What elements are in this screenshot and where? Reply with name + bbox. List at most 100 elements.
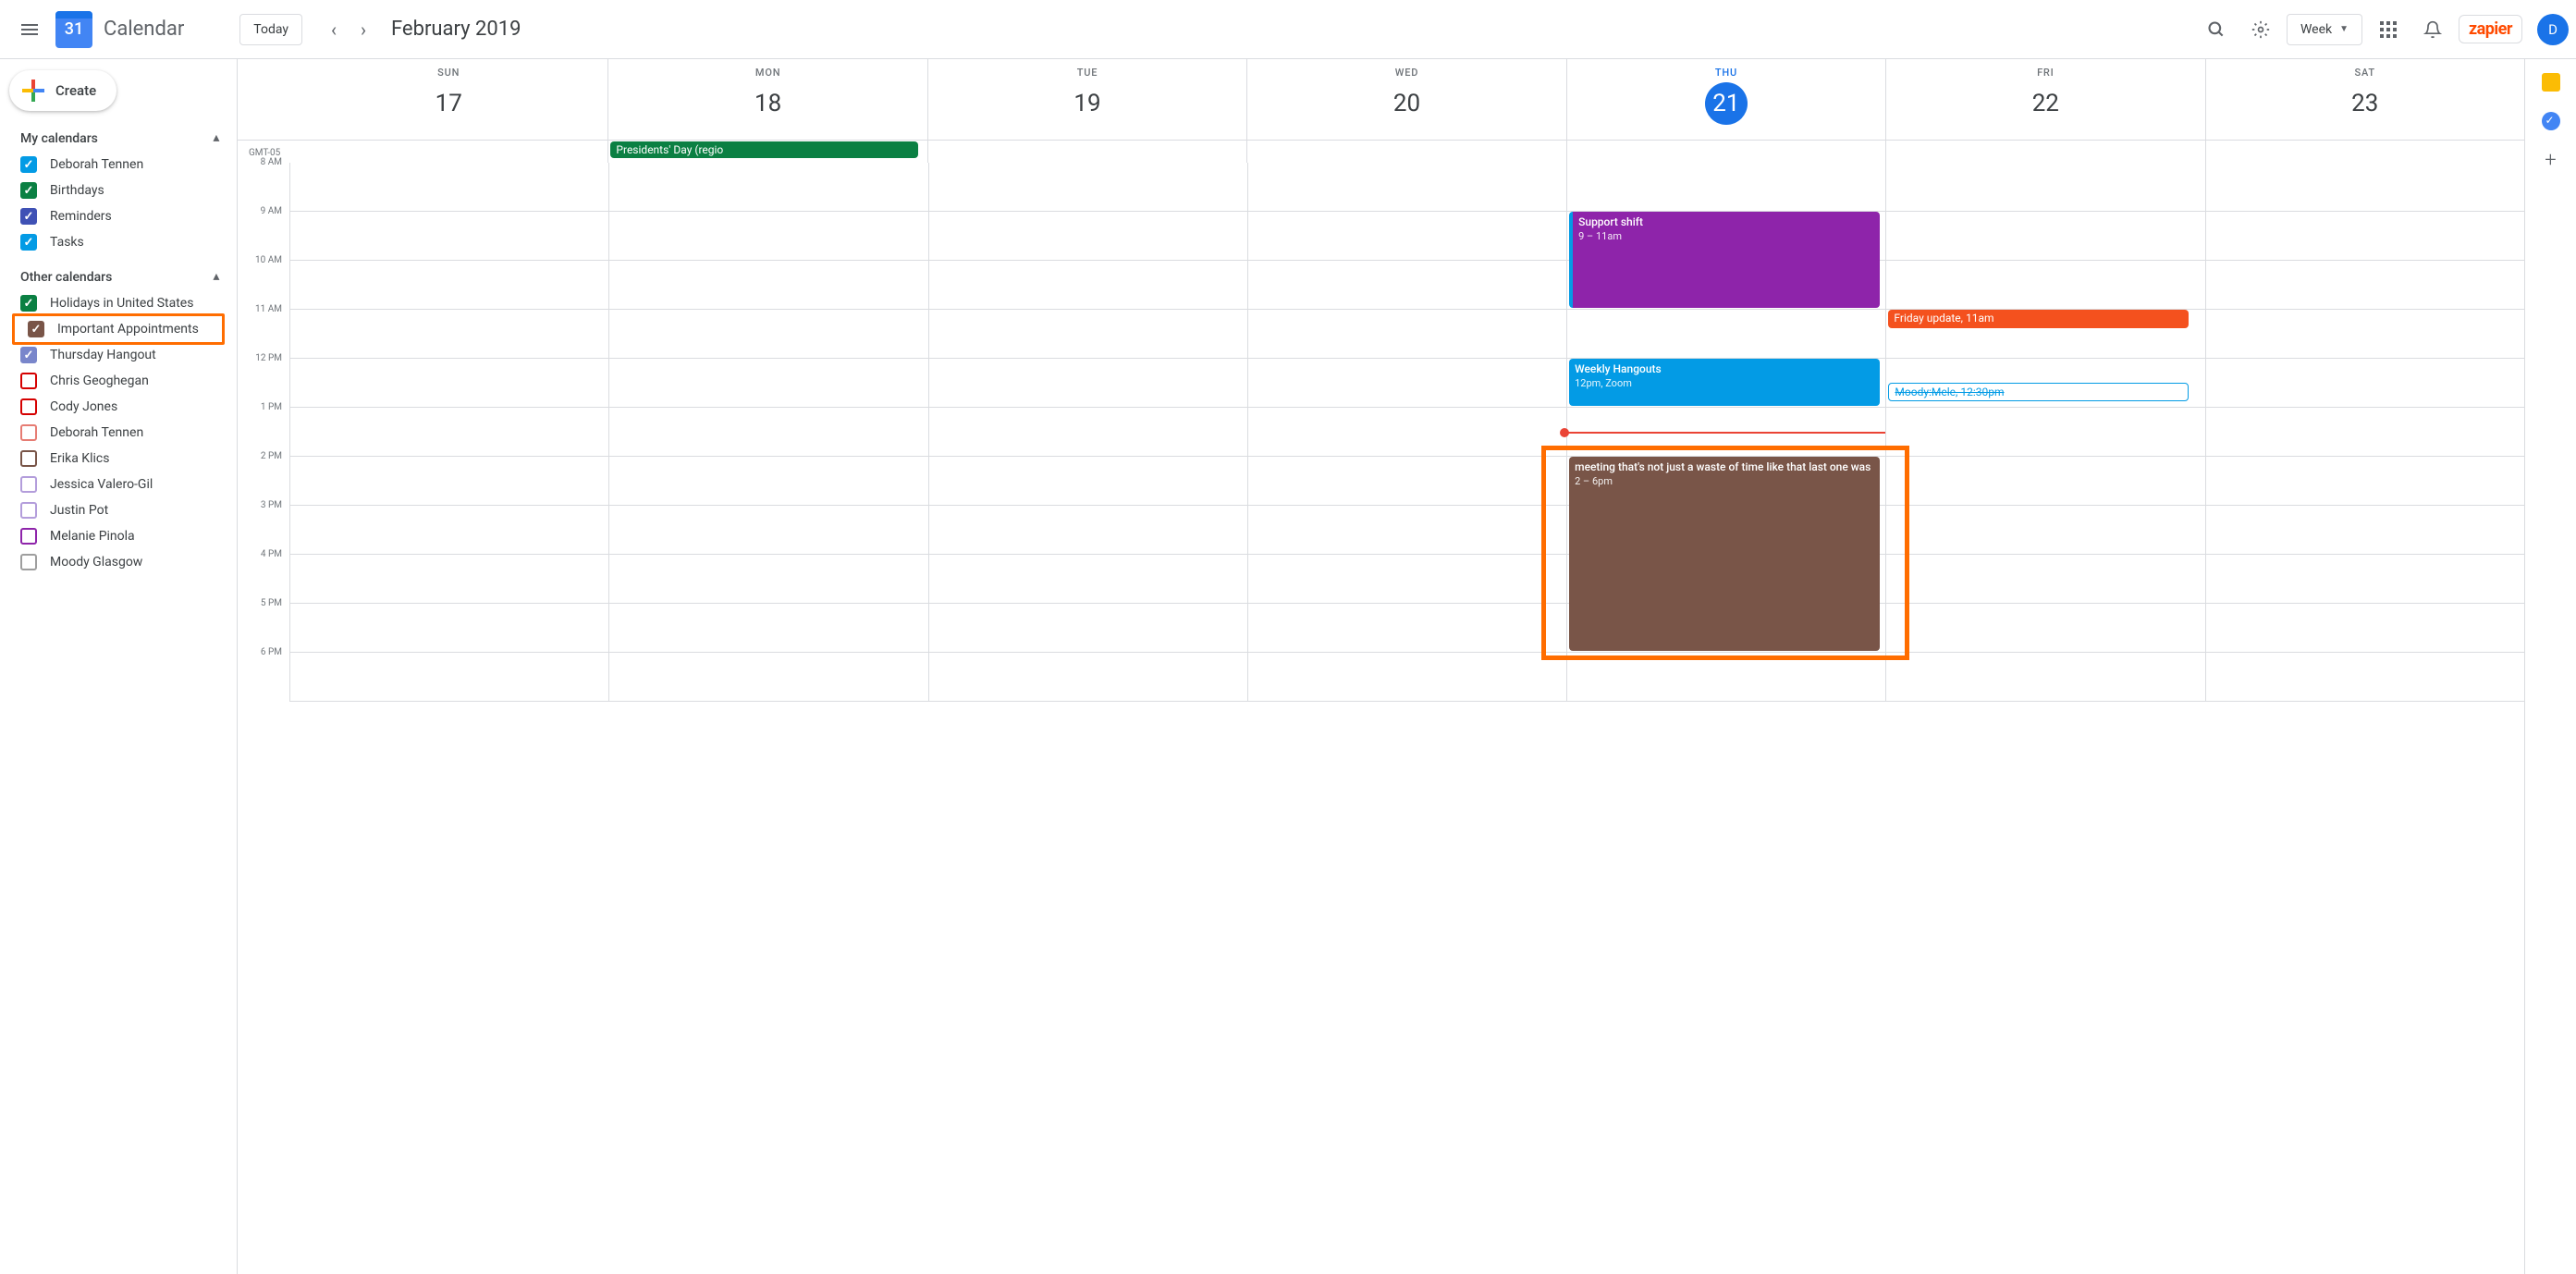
calendar-checkbox[interactable] — [20, 424, 37, 441]
hour-cell[interactable] — [290, 359, 608, 408]
zapier-extension-badge[interactable]: zapier — [2459, 15, 2522, 43]
hour-cell[interactable] — [1886, 604, 2204, 653]
hour-cell[interactable] — [2206, 359, 2524, 408]
next-week-button[interactable]: › — [349, 15, 378, 44]
search-button[interactable] — [2198, 11, 2235, 48]
calendar-checkbox[interactable] — [20, 450, 37, 467]
hour-cell[interactable] — [290, 310, 608, 359]
calendar-item[interactable]: Thursday Hangout — [7, 342, 229, 368]
hour-cell[interactable] — [1886, 408, 2204, 457]
event-support-shift[interactable]: Support shift9 – 11am — [1569, 212, 1880, 308]
hour-cell[interactable] — [609, 310, 927, 359]
day-header[interactable]: FRI22 — [1885, 59, 2204, 140]
calendar-item[interactable]: Jessica Valero-Gil — [7, 472, 229, 497]
hour-cell[interactable] — [929, 310, 1247, 359]
main-menu-button[interactable] — [7, 7, 52, 52]
event-friday-update[interactable]: Friday update, 11am — [1888, 310, 2188, 328]
hour-cell[interactable] — [1567, 310, 1885, 359]
allday-cell[interactable]: Presidents' Day (regio — [607, 141, 926, 163]
hour-cell[interactable] — [929, 261, 1247, 310]
hour-cell[interactable] — [929, 555, 1247, 604]
day-header[interactable]: TUE19 — [927, 59, 1246, 140]
notifications-button[interactable] — [2414, 11, 2451, 48]
hour-cell[interactable] — [1886, 212, 2204, 261]
day-column[interactable] — [2205, 163, 2524, 702]
calendar-item[interactable]: Justin Pot — [7, 497, 229, 523]
logo-area[interactable]: 31 Calendar — [55, 11, 184, 48]
hour-cell[interactable] — [1886, 653, 2204, 702]
hour-cell[interactable] — [609, 555, 927, 604]
account-avatar[interactable]: D — [2537, 14, 2569, 45]
allday-cell[interactable] — [2205, 141, 2524, 163]
hour-cell[interactable] — [290, 555, 608, 604]
hour-cell[interactable] — [1248, 408, 1566, 457]
day-header[interactable]: THU21 — [1566, 59, 1885, 140]
hour-cell[interactable] — [290, 653, 608, 702]
calendar-item[interactable]: Important Appointments — [12, 313, 225, 345]
calendar-item[interactable]: Cody Jones — [7, 394, 229, 420]
hour-cell[interactable] — [2206, 310, 2524, 359]
calendar-item[interactable]: Deborah Tennen — [7, 152, 229, 178]
settings-button[interactable] — [2242, 11, 2279, 48]
hour-cell[interactable] — [1248, 163, 1566, 212]
hour-cell[interactable] — [1886, 506, 2204, 555]
calendar-checkbox[interactable] — [20, 373, 37, 389]
keep-addon-button[interactable] — [2541, 72, 2561, 92]
hour-cell[interactable] — [1886, 555, 2204, 604]
hour-cell[interactable] — [290, 261, 608, 310]
event-moody-declined[interactable]: Moody:Mele, 12:30pm — [1888, 383, 2188, 401]
create-button[interactable]: Create — [9, 70, 117, 111]
hour-cell[interactable] — [2206, 163, 2524, 212]
hour-cell[interactable] — [609, 653, 927, 702]
hour-cell[interactable] — [1248, 506, 1566, 555]
calendar-checkbox[interactable] — [28, 321, 44, 337]
calendar-item[interactable]: Holidays in United States — [7, 290, 229, 316]
calendar-item[interactable]: Erika Klics — [7, 446, 229, 472]
hour-cell[interactable] — [609, 457, 927, 506]
calendar-item[interactable]: Chris Geoghegan — [7, 368, 229, 394]
day-column[interactable] — [289, 163, 608, 702]
hour-cell[interactable] — [290, 408, 608, 457]
calendar-checkbox[interactable] — [20, 502, 37, 519]
hour-cell[interactable] — [2206, 261, 2524, 310]
hour-cell[interactable] — [1248, 212, 1566, 261]
hour-cell[interactable] — [1248, 359, 1566, 408]
calendar-checkbox[interactable] — [20, 476, 37, 493]
other-calendars-header[interactable]: Other calendars ▼ — [0, 264, 237, 290]
day-header[interactable]: SUN17 — [289, 59, 607, 140]
hour-cell[interactable] — [929, 163, 1247, 212]
hour-cell[interactable] — [929, 653, 1247, 702]
event-important-meeting[interactable]: meeting that's not just a waste of time … — [1569, 457, 1880, 651]
calendar-checkbox[interactable] — [20, 398, 37, 415]
tasks-addon-button[interactable] — [2541, 111, 2561, 131]
hour-cell[interactable] — [290, 163, 608, 212]
calendar-item[interactable]: Moody Glasgow — [7, 549, 229, 575]
hour-cell[interactable] — [609, 604, 927, 653]
hour-cell[interactable] — [2206, 408, 2524, 457]
allday-cell[interactable] — [289, 141, 607, 163]
hour-cell[interactable] — [2206, 604, 2524, 653]
hour-cell[interactable] — [1248, 604, 1566, 653]
hour-cell[interactable] — [609, 408, 927, 457]
hour-cell[interactable] — [929, 359, 1247, 408]
hour-cell[interactable] — [1886, 457, 2204, 506]
day-header[interactable]: SAT23 — [2205, 59, 2524, 140]
my-calendars-header[interactable]: My calendars ▼ — [0, 126, 237, 152]
calendar-grid-wrap[interactable]: Presidents' Day (regio 8 AM9 AM10 AM11 A… — [238, 141, 2524, 1274]
google-apps-button[interactable] — [2370, 11, 2407, 48]
calendar-checkbox[interactable] — [20, 295, 37, 312]
hour-cell[interactable] — [1248, 653, 1566, 702]
hour-cell[interactable] — [929, 457, 1247, 506]
day-header[interactable]: WED20 — [1246, 59, 1565, 140]
hour-cell[interactable] — [1567, 163, 1885, 212]
calendar-item[interactable]: Tasks — [7, 229, 229, 255]
hour-cell[interactable] — [2206, 506, 2524, 555]
hour-cell[interactable] — [2206, 457, 2524, 506]
allday-cell[interactable] — [927, 141, 1246, 163]
allday-cell[interactable] — [1885, 141, 2204, 163]
calendar-item[interactable]: Birthdays — [7, 178, 229, 203]
hour-cell[interactable] — [1248, 457, 1566, 506]
hour-cell[interactable] — [609, 506, 927, 555]
day-column[interactable] — [928, 163, 1247, 702]
hour-cell[interactable] — [1886, 261, 2204, 310]
